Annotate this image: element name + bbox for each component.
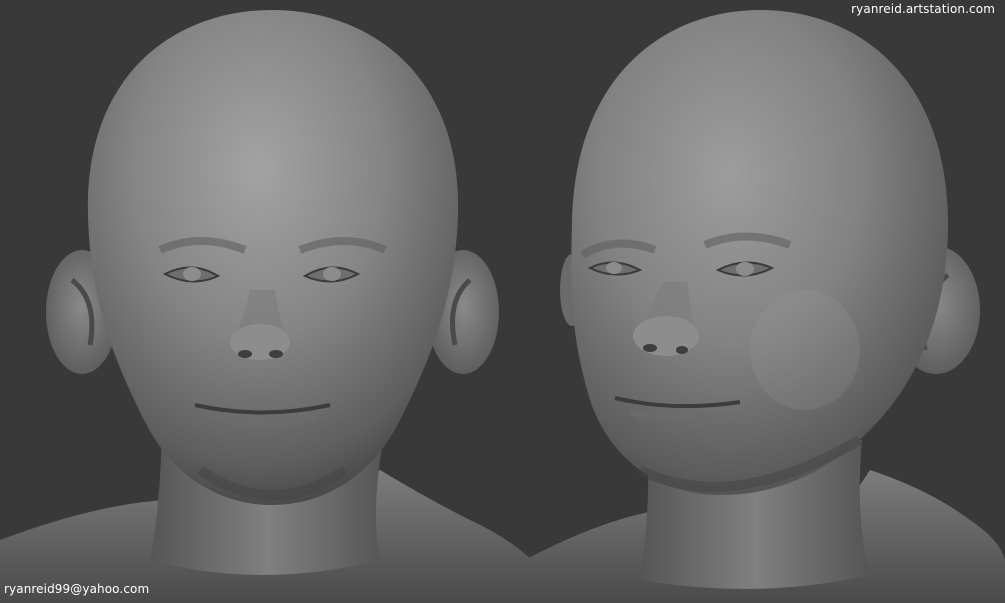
front-head: [87, 10, 459, 505]
three-quarter-view-bust: [525, 10, 1005, 603]
front-view-bust: [0, 10, 560, 603]
render-canvas: ryanreid.artstation.com ryanreid99@yahoo…: [0, 0, 1005, 603]
quarter-head: [571, 10, 949, 495]
sculpt-render: [0, 10, 1005, 603]
email-watermark: ryanreid99@yahoo.com: [4, 582, 150, 596]
artstation-watermark: ryanreid.artstation.com: [851, 2, 995, 16]
